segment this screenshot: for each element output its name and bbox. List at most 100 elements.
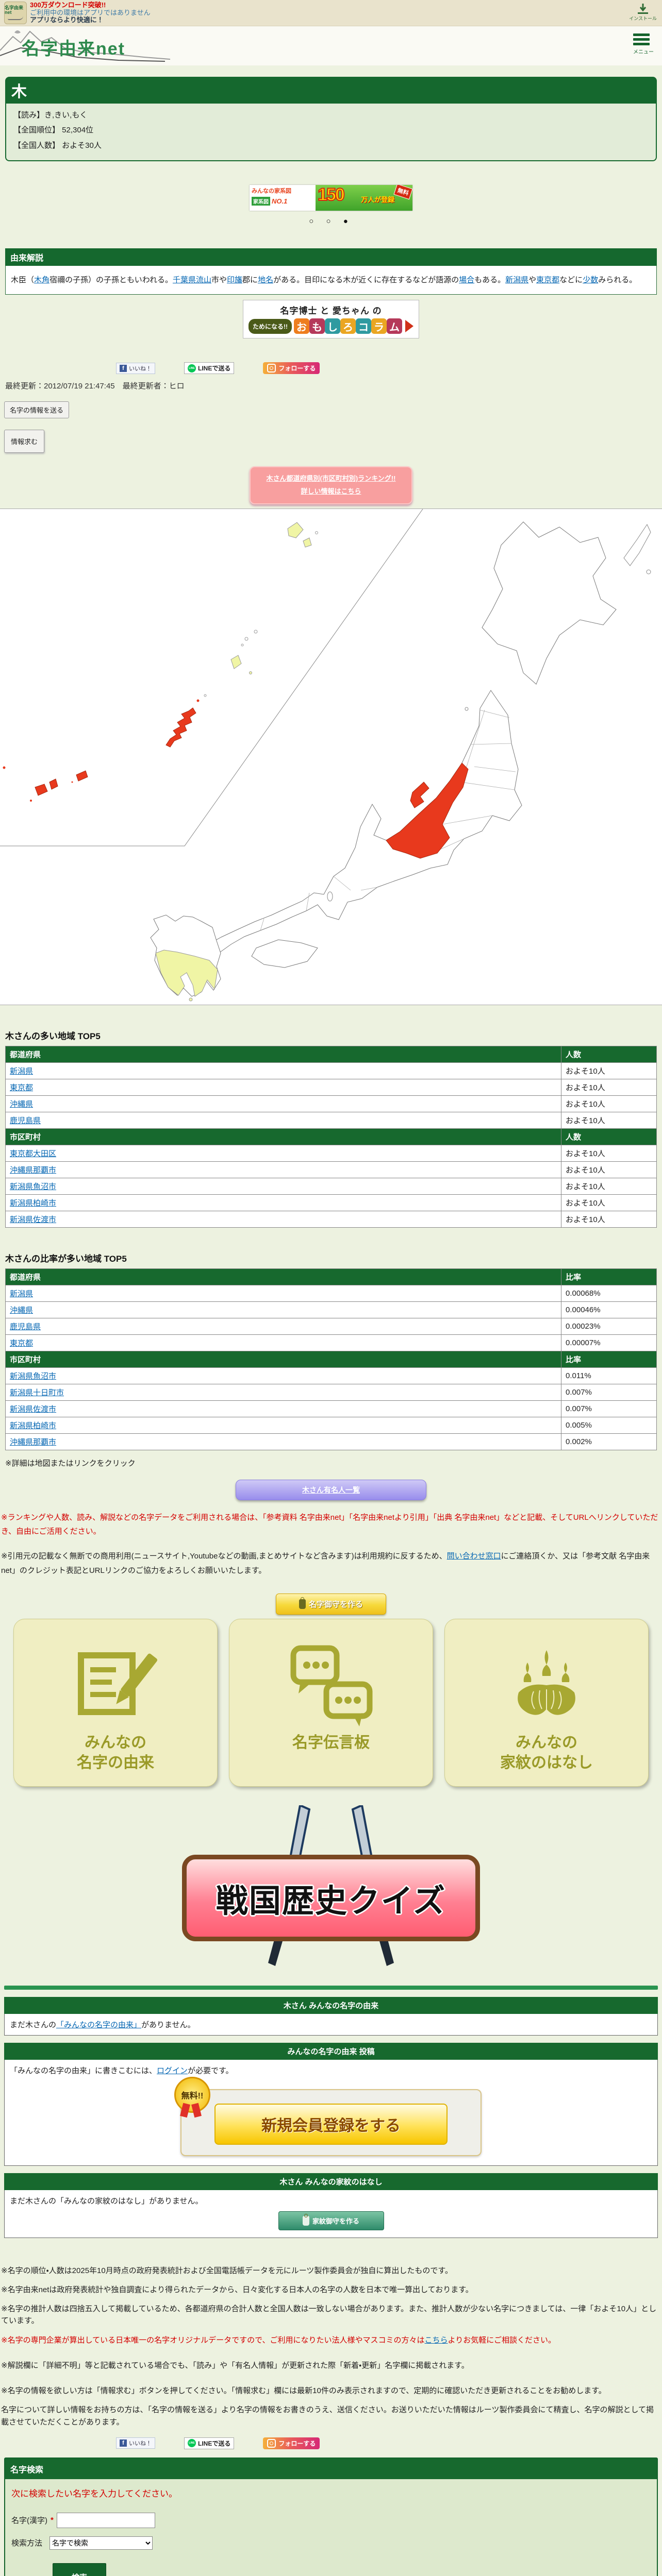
region-count: およそ10人 — [561, 1095, 657, 1112]
region-link[interactable]: 新潟県 — [10, 1290, 33, 1298]
line-share-button[interactable]: LINE LINEで送る — [184, 362, 235, 375]
family-tree-ad-banner[interactable]: みんなの家系図 家系図 NO.1 150 万人が登録 無料 — [250, 184, 412, 211]
inline-link[interactable]: ログイン — [157, 2066, 188, 2075]
table-row: 新潟県十日町市 0.007% — [5, 1383, 657, 1401]
search-submit-button[interactable]: 検索 — [53, 2563, 107, 2576]
region-link[interactable]: 沖縄県 — [10, 1100, 33, 1109]
inline-link[interactable]: 少数 — [583, 276, 598, 284]
table-row: 鹿児島県 0.00023% — [5, 1317, 657, 1335]
region-link[interactable]: 新潟県魚沼市 — [10, 1372, 56, 1381]
region-link[interactable]: 新潟県魚沼市 — [10, 1182, 56, 1191]
facebook-like-button[interactable]: f いいね！ — [116, 2437, 155, 2449]
request-info-button[interactable]: 情報求む — [4, 430, 45, 453]
table-row: 新潟県柏崎市 0.005% — [5, 1416, 657, 1434]
region-ratio: 0.00046% — [561, 1301, 657, 1318]
surname-rank: 【全国順位】 52,304位 — [13, 126, 94, 135]
inline-link[interactable]: 印旛 — [227, 276, 242, 284]
region-count: およそ10人 — [561, 1177, 657, 1195]
instagram-follow-button[interactable]: フォローする — [263, 362, 320, 375]
card-minna-yurai[interactable]: みんなの 名字の由来 — [13, 1618, 218, 1787]
region-link[interactable]: 鹿児島県 — [10, 1323, 41, 1331]
sengoku-quiz-banner[interactable]: 戦国歴史クイズ — [0, 1805, 662, 1970]
ad-big-number: 150 — [317, 184, 345, 205]
name-omamori-button[interactable]: 名字御守を作る — [276, 1593, 386, 1615]
table-row: 東京都大田区 およそ10人 — [5, 1144, 657, 1162]
inline-link[interactable]: 問い合わせ窓口 — [447, 1552, 501, 1561]
table-row: 鹿児島県 およそ10人 — [5, 1111, 657, 1129]
inline-link[interactable]: こちら — [425, 2336, 448, 2345]
table-row: 新潟県魚沼市 およそ10人 — [5, 1177, 657, 1195]
send-info-button[interactable]: 名字の情報を送る — [4, 401, 70, 419]
omamori-icon — [302, 2213, 309, 2226]
site-logo[interactable]: 名字由来net — [22, 35, 125, 60]
app-icon-label: 名字由来net — [5, 5, 24, 15]
inline-link[interactable]: 東京都 — [536, 276, 559, 284]
usage-note-black: ※引用元の記載なく無断での商用利用(ニュースサイト,Youtubeなどの動画,ま… — [1, 1552, 650, 1575]
ranking-banner-line2[interactable]: 詳しい情報はこちら — [254, 485, 408, 498]
column-banner-bubble: ためになる!! — [249, 318, 292, 334]
facebook-like-button[interactable]: f いいね！ — [116, 362, 155, 374]
hamburger-icon — [633, 33, 650, 36]
column-banner-title: 名字博士 と 愛ちゃん の — [280, 306, 382, 316]
carousel-dots[interactable]: ○ ○ ● — [0, 217, 662, 226]
region-link[interactable]: 鹿児島県 — [10, 1116, 41, 1125]
omamori-icon — [299, 1597, 306, 1609]
kamon-omamori-button[interactable]: 家紋御守を作る — [278, 2211, 384, 2230]
inline-link[interactable]: 流山 — [196, 276, 211, 284]
table-row: 新潟県佐渡市 およそ10人 — [5, 1210, 657, 1228]
region-link[interactable]: 東京都 — [10, 1083, 33, 1092]
ad-no1: NO.1 — [272, 197, 288, 205]
inline-link[interactable]: 新潟県 — [505, 276, 528, 284]
note-line: ※名字由来netは政府発表統計や独自調査により得られたデータから、日々変化する日… — [1, 2285, 473, 2294]
region-link[interactable]: 新潟県柏崎市 — [10, 1421, 56, 1430]
card-dengonban[interactable]: 名字伝言板 — [229, 1618, 433, 1787]
surname-kanji-input[interactable] — [56, 2512, 155, 2528]
menu-button[interactable]: メニュー — [633, 31, 654, 55]
region-count: およそ10人 — [561, 1111, 657, 1129]
facebook-icon: f — [120, 2439, 127, 2447]
region-link[interactable]: 沖縄県那覇市 — [10, 1166, 56, 1175]
region-count: およそ10人 — [561, 1161, 657, 1178]
inline-link[interactable]: 「みんなの名字の由来」 — [56, 2021, 141, 2029]
menu-label: メニュー — [633, 49, 654, 55]
region-link[interactable]: 東京都 — [10, 1339, 33, 1348]
card-label: みんなの 名字の由来 — [77, 1734, 154, 1771]
region-link[interactable]: 東京都大田区 — [10, 1149, 56, 1158]
instagram-follow-button[interactable]: フォローする — [263, 2437, 320, 2449]
column-banner[interactable]: 名字博士 と 愛ちゃん の ためになる!! おもしろコラム — [243, 300, 419, 339]
search-method-select[interactable]: 名字で検索 — [49, 2536, 153, 2550]
table-row: 東京都 0.00007% — [5, 1334, 657, 1351]
register-panel: 無料!! 新規会員登録をする — [174, 2076, 482, 2156]
paulownia-crest-icon — [449, 1635, 644, 1733]
japan-distribution-map[interactable] — [0, 508, 662, 1005]
inline-link[interactable]: 地名 — [258, 276, 273, 284]
line-share-button[interactable]: LINE LINEで送る — [184, 2437, 235, 2449]
note-line: ※名字の順位・人数は2025年10月時点の政府発表統計および全国電話帳データを元… — [1, 2266, 453, 2275]
celebrity-list-button[interactable]: 木さん有名人一覧 — [236, 1479, 426, 1500]
install-button[interactable]: インストール — [629, 3, 657, 22]
register-button[interactable]: 新規会員登録をする — [214, 2103, 448, 2145]
region-link[interactable]: 新潟県柏崎市 — [10, 1199, 56, 1208]
table-row: 沖縄県 0.00046% — [5, 1301, 657, 1318]
region-link[interactable]: 新潟県佐渡市 — [10, 1405, 56, 1414]
kamon-section-header: 木さん みんなの家紋のはなし — [4, 2173, 658, 2190]
yurai-section-header: 木さん みんなの名字の由来 — [4, 1996, 658, 2014]
post-section: みんなの名字の由来 投稿 「みんなの名字の由来」に書きこむには、ログインが必要で… — [4, 2042, 658, 2166]
inline-link[interactable]: 場合 — [459, 276, 474, 284]
prefecture-ranking-banner[interactable]: 木さん都道府県別(市区町村別)ランキング!! 詳しい情報はこちら — [250, 466, 412, 504]
region-link[interactable]: 新潟県 — [10, 1067, 33, 1076]
region-link[interactable]: 新潟県十日町市 — [10, 1388, 64, 1397]
note-line: 名字について詳しい情報をお持ちの方は、「名字の情報を送る」より名字の情報をお書き… — [1, 2405, 654, 2427]
card-kamon-hanashi[interactable]: みんなの 家紋のはなし — [444, 1618, 649, 1787]
table-row: 新潟県 0.00068% — [5, 1284, 657, 1302]
inline-link[interactable]: 木角 — [34, 276, 49, 284]
table-row: 新潟県柏崎市 およそ10人 — [5, 1194, 657, 1211]
region-link[interactable]: 沖縄県那覇市 — [10, 1438, 56, 1447]
kamon-section-text: まだ木さんの「みんなの家紋のはなし」がありません。 — [10, 2196, 203, 2206]
region-link[interactable]: 新潟県佐渡市 — [10, 1215, 56, 1224]
region-link[interactable]: 沖縄県 — [10, 1306, 33, 1315]
inline-link[interactable]: 千葉県 — [173, 276, 196, 284]
quiz-banner-box[interactable]: 戦国歴史クイズ — [182, 1854, 480, 1941]
ranking-banner-line1[interactable]: 木さん都道府県別(市区町村別)ランキング!! — [254, 472, 408, 485]
app-promo-banner: 名字由来net 300万ダウンロード突破!! ご利用中の環境はアプリではありませ… — [0, 0, 662, 26]
